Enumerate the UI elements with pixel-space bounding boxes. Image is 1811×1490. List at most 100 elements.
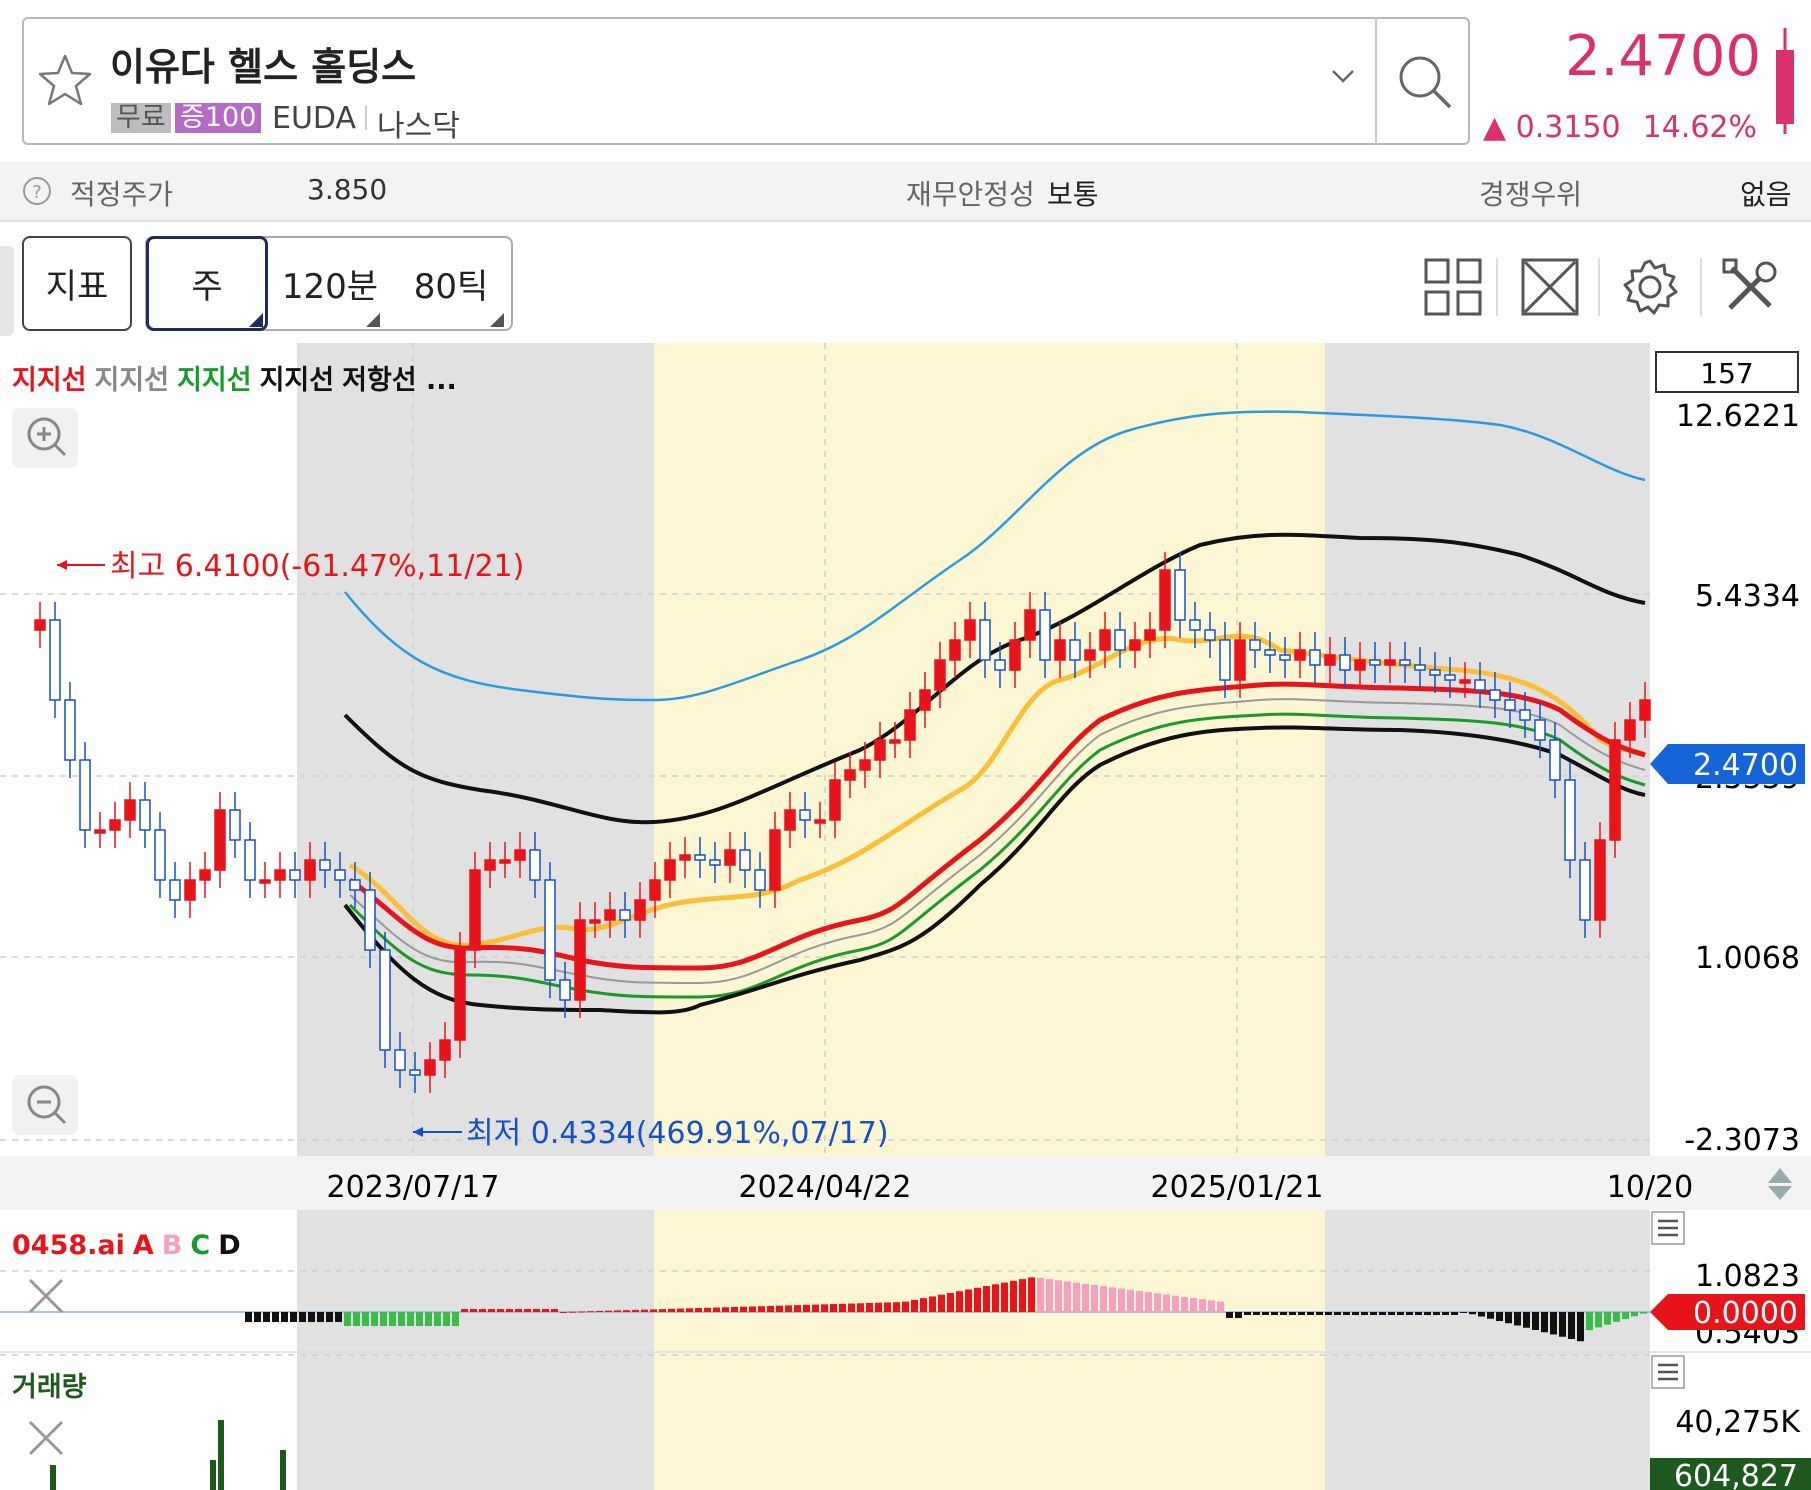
gear-icon[interactable] [1615,252,1685,322]
candle-body [1429,669,1441,676]
candle-body [289,869,301,881]
oscillator-bar [1532,1312,1539,1330]
oscillator-bar [1577,1312,1584,1342]
menu-icon[interactable] [1651,1211,1685,1245]
oscillator-bar [1199,1299,1206,1312]
dropdown-corner-icon [366,313,380,327]
oscillator-bar [785,1305,792,1312]
close-pane-icon[interactable] [28,1420,64,1456]
star-icon[interactable] [36,52,94,108]
close-pane-icon[interactable] [28,1278,64,1314]
stock-name[interactable]: 이유다 헬스 홀딩스 [110,36,416,91]
current-price: 2.4700 [1565,24,1761,89]
oscillator-bar [1010,1280,1017,1312]
oscillator-bar [506,1309,513,1312]
oscillator-bar [704,1307,711,1312]
oscillator-bar [1523,1312,1530,1328]
fair-price-label: 적정주가 [70,178,174,211]
candle-body [1549,739,1561,781]
candle-body [709,859,721,866]
candle-body [1354,659,1366,671]
candle-body [1519,709,1531,721]
indicator-button[interactable]: 지표 [22,236,132,331]
candle-body [1084,649,1096,661]
side-drawer-handle[interactable] [0,246,14,336]
candle-body [199,869,211,881]
zoom-out-icon[interactable] [12,1075,78,1135]
oscillator-bar [362,1312,369,1326]
candle-body [64,699,76,761]
chevron-down-icon[interactable] [1330,67,1356,85]
candle-body [1219,639,1231,681]
oscillator-bar [470,1309,477,1312]
candle-body [304,859,316,881]
grid-layout-icon[interactable] [1418,252,1488,322]
dropdown-corner-icon [249,313,263,327]
candle-body [1489,689,1501,701]
menu-icon[interactable] [1651,1355,1685,1389]
candle-body [994,659,1006,671]
oscillator-bar [839,1303,846,1312]
candle-body [259,879,271,884]
oscillator-bar [1208,1300,1215,1312]
oscillator-bar [497,1309,504,1312]
candle-body [1639,699,1651,721]
candle-body [229,809,241,841]
oscillator-bar [1613,1312,1620,1322]
candle-body [589,919,601,924]
oscillator-bar [1127,1289,1134,1312]
candle-body [829,779,841,821]
candle-body [1249,639,1261,651]
candle-body [799,809,811,821]
oscillator-bar [929,1296,936,1312]
candle-body [634,899,646,921]
candle-body [364,889,376,951]
oscillator-bar [1253,1312,1260,1315]
oscillator-bar [1028,1277,1035,1312]
candle-body [154,829,166,881]
oscillator-bar [542,1309,549,1312]
candle-body [1174,569,1186,621]
oscillator-bar [1415,1312,1422,1315]
candle-body [874,739,886,761]
oscillator-zero-label: 0.0000 [1693,1296,1798,1331]
x-label: 2024/04/22 [739,1170,912,1205]
divider [1375,17,1377,145]
candle-body [1039,609,1051,661]
oscillator-bar [1118,1288,1125,1312]
candle-body [1474,679,1486,691]
expand-icon[interactable] [1515,252,1585,322]
candle-body [79,759,91,831]
svg-text:?: ? [32,182,42,203]
candle-body [484,859,496,871]
oscillator-bar [605,1310,612,1312]
oscillator-bar [956,1291,963,1312]
oscillator-bar [326,1312,333,1322]
oscillator-bar [1379,1312,1386,1315]
candle-body [1024,609,1036,641]
oscillator-bar [668,1308,675,1312]
oscillator-bar [479,1309,486,1312]
price-chart[interactable]: 최고 6.4100(-61.47%,11/21) 최저 0.4334(469.9… [0,343,1811,1490]
oscillator-bar [749,1306,756,1312]
oscillator-bar [1262,1312,1269,1315]
oscillator-bar [776,1305,783,1312]
candle-body [124,799,136,821]
oscillator-bar [1136,1290,1143,1312]
candle-body [754,869,766,891]
candle-body [1459,679,1471,684]
oscillator-bar [1586,1312,1593,1331]
candle-body [184,879,196,901]
oscillator-bar [713,1307,720,1312]
candle-body [679,854,691,861]
candle-body [919,689,931,711]
search-icon[interactable] [1393,50,1459,116]
oscillator-bar [893,1302,900,1312]
tools-icon[interactable] [1716,252,1786,322]
candle-body [409,1069,421,1076]
help-icon[interactable]: ? [22,176,52,206]
oscillator-bar [560,1312,567,1313]
candle-body [904,709,916,741]
zoom-in-icon[interactable] [12,408,78,468]
volume-title: 거래량 [12,1372,87,1403]
